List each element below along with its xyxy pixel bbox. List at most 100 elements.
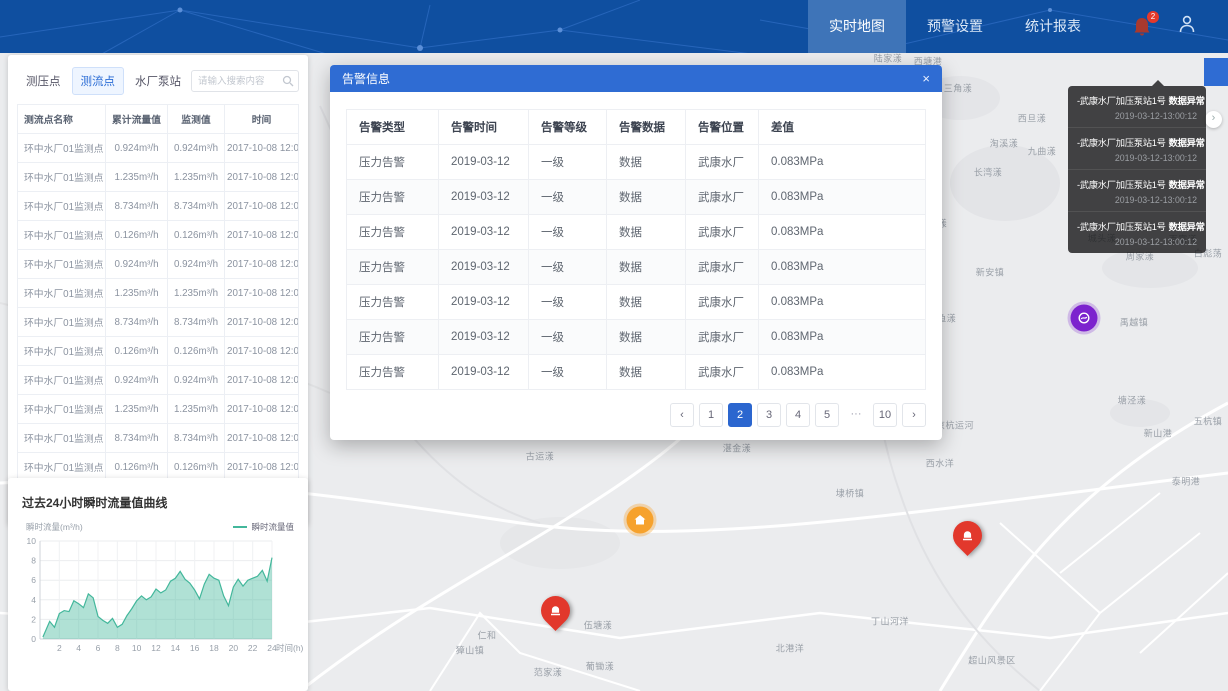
- alarm-page-1[interactable]: 1: [699, 403, 723, 427]
- svg-text:2: 2: [57, 643, 62, 653]
- table-row[interactable]: 环中水厂01监测点1.235m³/h1.235m³/h2017-10-08 12…: [18, 163, 299, 192]
- table-cell: 0.126m³/h: [106, 337, 168, 366]
- alarm-icon: [549, 604, 562, 617]
- toast-time: 2019-03-12-13:00:12: [1077, 195, 1197, 205]
- table-row[interactable]: 环中水厂01监测点0.924m³/h0.924m³/h2017-10-08 12…: [18, 366, 299, 395]
- toast-item[interactable]: -武康水厂加压泵站1号数据异常2019-03-12-13:00:12: [1068, 212, 1206, 253]
- alarm-cell: 压力告警: [347, 180, 439, 215]
- toast-item[interactable]: -武康水厂加压泵站1号数据异常2019-03-12-13:00:12: [1068, 86, 1206, 128]
- tab-测流点[interactable]: 测流点: [72, 67, 125, 95]
- alarm-cell: 压力告警: [347, 285, 439, 320]
- toast-title: -武康水厂加压泵站1号数据异常: [1077, 219, 1197, 233]
- table-cell: 环中水厂01监测点: [18, 250, 106, 279]
- nav-item-统计报表[interactable]: 统计报表: [1004, 0, 1102, 53]
- svg-text:16: 16: [190, 643, 200, 653]
- map-label: 泰明港: [1172, 475, 1201, 488]
- notification-count-badge: 2: [1147, 11, 1159, 23]
- column-header: 告警位置: [686, 110, 759, 145]
- toast-item[interactable]: -武康水厂加压泵站1号数据异常 2019-03-12-13:00:12: [1068, 170, 1206, 212]
- svg-text:22: 22: [248, 643, 258, 653]
- table-cell: 8.734m³/h: [106, 192, 168, 221]
- tab-水厂泵站[interactable]: 水厂泵站: [126, 67, 190, 95]
- map-label: 湛金漾: [723, 442, 752, 455]
- map-edge-panel: [1204, 58, 1228, 86]
- table-row[interactable]: 环中水厂01监测点0.126m³/h0.126m³/h2017-10-08 12…: [18, 337, 299, 366]
- table-cell: 1.235m³/h: [106, 279, 168, 308]
- alarm-page-4[interactable]: 4: [786, 403, 810, 427]
- alarm-page-5[interactable]: 5: [815, 403, 839, 427]
- alarm-page-10[interactable]: 10: [873, 403, 897, 427]
- station-marker[interactable]: [627, 507, 654, 534]
- alarm-row[interactable]: 压力告警2019-03-12一级数据武康水厂0.083MPa: [347, 355, 926, 390]
- pin-body: [535, 590, 576, 631]
- nav-item-实时地图[interactable]: 实时地图: [808, 0, 906, 53]
- table-row[interactable]: 环中水厂01监测点0.126m³/h0.126m³/h2017-10-08 12…: [18, 221, 299, 250]
- map-label: 丁山河洋: [871, 615, 909, 628]
- alarm-cell: 压力告警: [347, 145, 439, 180]
- toast-status: 数据异常: [1169, 222, 1205, 232]
- map-label: 陆家漾: [874, 53, 903, 65]
- user-icon[interactable]: [1178, 14, 1196, 39]
- table-row[interactable]: 环中水厂01监测点8.734m³/h8.734m³/h2017-10-08 12…: [18, 424, 299, 453]
- alarm-cell: 2019-03-12: [439, 145, 529, 180]
- chevron-right-icon[interactable]: ›: [1205, 111, 1222, 128]
- map-label: 新安镇: [976, 266, 1005, 279]
- table-cell: 环中水厂01监测点: [18, 279, 106, 308]
- flow-chart-card: 过去24小时瞬时流量值曲线 瞬时流量(m³/h) 瞬时流量值 024681024…: [8, 478, 308, 691]
- table-cell: 8.734m³/h: [168, 424, 225, 453]
- table-row[interactable]: 环中水厂01监测点8.734m³/h8.734m³/h2017-10-08 12…: [18, 308, 299, 337]
- meter-marker[interactable]: [1071, 305, 1098, 332]
- table-row[interactable]: 环中水厂01监测点0.924m³/h0.924m³/h2017-10-08 12…: [18, 250, 299, 279]
- table-cell: 1.235m³/h: [168, 279, 225, 308]
- alarm-icon: [961, 529, 974, 542]
- alarm-next-button[interactable]: ›: [902, 403, 926, 427]
- nav-item-预警设置[interactable]: 预警设置: [906, 0, 1004, 53]
- alarm-cell: 数据: [607, 145, 686, 180]
- toast-title: -武康水厂加压泵站1号数据异常: [1077, 177, 1197, 191]
- alarm-row[interactable]: 压力告警2019-03-12一级数据武康水厂0.083MPa: [347, 320, 926, 355]
- column-header: 告警类型: [347, 110, 439, 145]
- table-cell: 环中水厂01监测点: [18, 221, 106, 250]
- close-icon[interactable]: ×: [922, 72, 930, 85]
- table-row[interactable]: 环中水厂01监测点1.235m³/h1.235m³/h2017-10-08 12…: [18, 279, 299, 308]
- table-cell: 1.235m³/h: [106, 395, 168, 424]
- "alarm-prev-button[interactable]: ‹: [670, 403, 694, 427]
- legend-line-swatch: [233, 526, 247, 528]
- column-header: 告警等级: [529, 110, 607, 145]
- map-label: 葡锄漾: [586, 660, 615, 673]
- alarm-pin-marker[interactable]: [541, 596, 571, 636]
- search-box: [191, 70, 299, 92]
- map-label: 超山风景区: [968, 654, 1016, 667]
- alarm-row[interactable]: 压力告警2019-03-12一级数据武康水厂0.083MPa: [347, 250, 926, 285]
- alarm-row[interactable]: 压力告警2019-03-12一级数据武康水厂0.083MPa: [347, 180, 926, 215]
- svg-text:0: 0: [31, 634, 36, 644]
- table-row[interactable]: 环中水厂01监测点1.235m³/h1.235m³/h2017-10-08 12…: [18, 395, 299, 424]
- table-row[interactable]: 环中水厂01监测点0.924m³/h0.924m³/h2017-10-08 12…: [18, 134, 299, 163]
- tab-测压点[interactable]: 测压点: [17, 67, 70, 95]
- alarm-page-3[interactable]: 3: [757, 403, 781, 427]
- alarm-cell: 一级: [529, 180, 607, 215]
- alarm-row[interactable]: 压力告警2019-03-12一级数据武康水厂0.083MPa: [347, 145, 926, 180]
- notification-bell-icon[interactable]: 2: [1132, 16, 1152, 38]
- alarm-cell: 2019-03-12: [439, 215, 529, 250]
- alarm-cell: 武康水厂: [686, 145, 759, 180]
- toast-item[interactable]: -武康水厂加压泵站1号数据异常2019-03-12-13:00:12: [1068, 128, 1206, 170]
- alarm-cell: 2019-03-12: [439, 285, 529, 320]
- chart-legend: 瞬时流量值: [233, 521, 294, 533]
- alarm-modal-header[interactable]: 告警信息 ×: [330, 65, 942, 92]
- alarm-cell: 数据: [607, 250, 686, 285]
- alarm-page-2[interactable]: 2: [728, 403, 752, 427]
- table-row[interactable]: 环中水厂01监测点8.734m³/h8.734m³/h2017-10-08 12…: [18, 192, 299, 221]
- table-cell: 环中水厂01监测点: [18, 395, 106, 424]
- table-cell: 0.924m³/h: [106, 250, 168, 279]
- alarm-row[interactable]: 压力告警2019-03-12一级数据武康水厂0.083MPa: [347, 285, 926, 320]
- alarm-pin-marker[interactable]: [953, 521, 983, 561]
- svg-text:8: 8: [31, 556, 36, 566]
- svg-text:6: 6: [31, 575, 36, 585]
- alarm-pagination: ‹12345···10›: [346, 403, 926, 427]
- map-label: 禹越镇: [1120, 316, 1149, 329]
- alarm-ellipsis: ···: [844, 403, 868, 427]
- map-label: 仁和: [477, 629, 496, 642]
- alarm-row[interactable]: 压力告警2019-03-12一级数据武康水厂0.083MPa: [347, 215, 926, 250]
- alarm-cell: 数据: [607, 285, 686, 320]
